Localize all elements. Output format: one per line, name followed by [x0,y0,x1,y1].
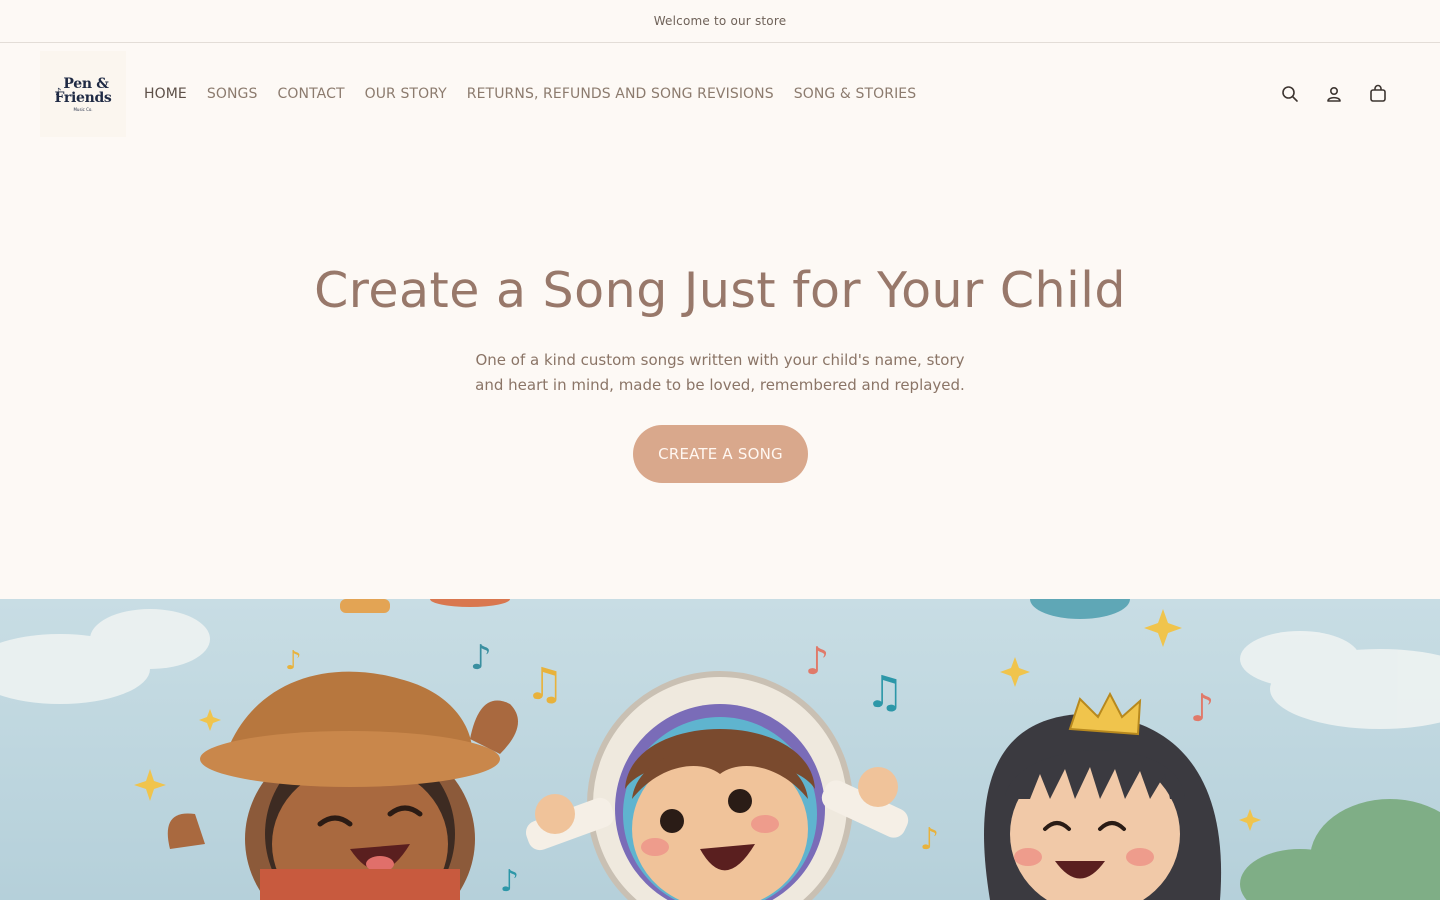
account-icon [1327,86,1341,102]
nav-contact[interactable]: CONTACT [278,86,345,102]
search-icon [1282,86,1298,102]
hero-subtitle: One of a kind custom songs written with … [475,351,965,394]
nav-returns[interactable]: RETURNS, REFUNDS AND SONG REVISIONS [467,86,774,102]
logo-line1: Pen & [63,75,109,92]
main-nav: HOME SONGS CONTACT OUR STORY RETURNS, RE… [144,43,936,145]
cart-icon [1370,84,1386,102]
svg-text:♪: ♪ [285,646,302,676]
hero-banner-image: ♫ ♫ ♪ ♪ ♪ ♪ ♪ ♪ [0,599,1440,900]
nav-home[interactable]: HOME [144,86,187,102]
create-song-button[interactable]: CREATE A SONG [633,425,808,483]
svg-text:♫: ♫ [865,667,904,718]
svg-text:♪: ♪ [920,822,939,857]
account-button[interactable] [1312,72,1356,116]
svg-text:♪: ♪ [1190,686,1214,730]
nav-song-stories[interactable]: SONG & STORIES [794,86,917,102]
announcement-bar: Welcome to our store [0,0,1440,43]
hero-title: Create a Song Just for Your Child [314,262,1126,319]
svg-text:♪: ♪ [470,638,492,678]
nav-songs[interactable]: SONGS [207,86,258,102]
header-icons [1268,43,1400,145]
site-header: ♪ Pen & Friends Music Co. HOME SONGS CON… [0,43,1440,145]
svg-text:♪: ♪ [500,864,519,899]
kids-illustration: ♫ ♫ ♪ ♪ ♪ ♪ ♪ ♪ [0,599,1440,900]
cart-button[interactable] [1356,72,1400,116]
logo-sub: Music Co. [73,106,93,112]
nav-our-story[interactable]: OUR STORY [365,86,447,102]
svg-text:♫: ♫ [525,659,564,710]
svg-text:♪: ♪ [805,639,829,683]
logo[interactable]: ♪ Pen & Friends Music Co. [40,51,126,137]
search-button[interactable] [1268,72,1312,116]
music-note-icon: ♪ [55,87,62,98]
logo-line2: Friends [54,89,112,106]
announcement-text: Welcome to our store [653,14,787,28]
